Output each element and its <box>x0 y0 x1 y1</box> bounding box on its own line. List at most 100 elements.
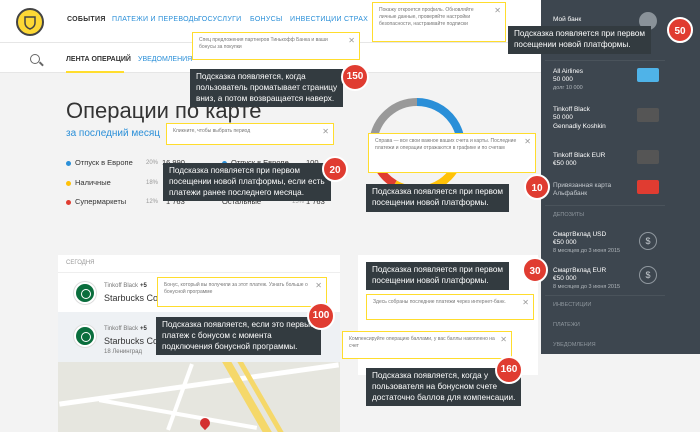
close-icon[interactable]: ✕ <box>500 335 507 346</box>
annotation-line: платежи ранее последнего месяца. <box>169 187 304 197</box>
annotation-callout: Подсказка появляется, если это первые пл… <box>156 317 321 356</box>
annotation-line: достаточно баллов для компенсации. <box>372 392 516 402</box>
annotation-line: посещении новой платформы. <box>514 39 631 49</box>
annotation-line: платеж с бонусом с момента <box>162 330 272 340</box>
divider <box>545 205 665 206</box>
nav-payments[interactable]: Платежи и переводы <box>112 16 200 23</box>
bank-logo[interactable] <box>16 8 44 36</box>
bonus-badge[interactable]: +5 <box>140 283 147 289</box>
annotation-line: посещении новой платформы, если есть <box>169 176 325 186</box>
feed-date-header: Сегодня <box>66 260 95 266</box>
legend-pct: 20% <box>146 160 159 166</box>
starbucks-logo-icon <box>74 282 96 304</box>
tab-notifications[interactable]: Уведомления <box>138 56 192 63</box>
annotation-line: Подсказка появляется при первом <box>169 166 301 175</box>
divider <box>545 295 665 296</box>
sidebar-deposit[interactable]: СмартВклад USD €50 000 8 месяцев до 3 ию… <box>553 231 620 255</box>
account-name: Tinkoff Black EUR <box>553 152 606 159</box>
annotation-badge: 100 <box>307 302 335 330</box>
feed-item-merchant[interactable]: Starbucks Co <box>104 336 158 346</box>
card-icon <box>637 68 659 82</box>
deposit-name: СмартВклад USD <box>553 231 607 238</box>
nav-bonuses[interactable]: Бонусы <box>250 16 283 23</box>
legend-label: Отпуск в Европе <box>75 158 133 167</box>
sidebar-deposit[interactable]: СмартВклад EUR €50 000 8 месяцев до 3 ию… <box>553 267 620 291</box>
legend-pct: 12% <box>146 199 159 205</box>
close-icon[interactable]: ✕ <box>494 6 501 17</box>
legend-item[interactable]: Наличные <box>66 178 111 187</box>
account-balance: 50 000 <box>553 76 573 84</box>
tooltip-bonus: Бонус, который вы получили за этот плате… <box>157 277 327 307</box>
annotation-line: пользователя на бонусном счете <box>372 381 498 391</box>
legend-dot <box>66 199 71 205</box>
tooltip-compensation: Компенсируйте операцию баллами, у вас ба… <box>342 331 512 359</box>
annotation-line: вниз, а потом возвращается наверх. <box>196 93 335 103</box>
annotation-callout: Подсказка появляется при первом посещени… <box>508 26 652 54</box>
legend-item[interactable]: Супермаркеты <box>66 197 126 206</box>
sidebar-account[interactable]: Tinkoff Black EUR €50 000 <box>553 152 605 169</box>
close-icon[interactable]: ✕ <box>348 36 355 47</box>
my-bank-link[interactable]: Мой банк <box>553 16 581 24</box>
tooltip-period: Кликните, чтобы выбрать период ✕ <box>166 123 334 145</box>
tooltip-text: Компенсируйте операцию баллами, у вас ба… <box>349 336 495 349</box>
sidebar-section-investments[interactable]: Инвестиции <box>553 302 591 308</box>
period-selector[interactable]: за последний месяц <box>66 128 160 139</box>
close-icon[interactable]: ✕ <box>524 137 531 148</box>
annotation-line: посещении новой платформы. <box>372 275 489 285</box>
deposit-term: 8 месяцев до 3 июня 2015 <box>553 283 621 290</box>
legend-label: Супермаркеты <box>75 197 127 206</box>
close-icon[interactable]: ✕ <box>522 298 529 309</box>
sidebar-section-notifications[interactable]: Уведомления <box>553 342 596 348</box>
sidebar-section-deposits[interactable]: Депозиты <box>553 212 584 218</box>
nav-events[interactable]: События <box>67 16 106 23</box>
account-holder: Gennadiy Koshkin <box>553 122 606 130</box>
close-icon[interactable]: ✕ <box>315 281 322 292</box>
annotation-badge: 30 <box>522 257 548 283</box>
annotation-line: Подсказка появляется при первом <box>514 29 646 38</box>
sidebar-section-payments[interactable]: Платежи <box>553 322 580 328</box>
annotation-badge: 160 <box>495 356 523 384</box>
deposit-term: 8 месяцев до 3 июня 2015 <box>553 247 621 254</box>
nav-investments[interactable]: Инвестиции <box>290 16 342 23</box>
sidebar-account[interactable]: Tinkoff Black 50 000 Gennadiy Koshkin <box>553 106 606 131</box>
annotation-line: Подсказка появляется при первом <box>372 187 504 196</box>
annotation-callout: Подсказка появляется, когда пользователь… <box>190 69 344 108</box>
sidebar-account[interactable]: All Airlines 50 000 долг 10 000 <box>553 68 583 92</box>
annotation-callout: Подсказка появляется при первом посещени… <box>366 262 510 290</box>
feed-item-address: 18 Ленинград <box>104 349 142 355</box>
sidebar-account[interactable]: Привязанная карта Альфабанк <box>553 182 611 199</box>
close-icon[interactable]: ✕ <box>322 127 329 138</box>
dollar-icon: $ <box>639 266 657 284</box>
shield-icon <box>24 16 36 30</box>
starbucks-logo-icon <box>74 325 96 347</box>
dollar-icon: $ <box>639 232 657 250</box>
account-balance: €50 000 <box>553 160 577 168</box>
tab-operations-feed[interactable]: Лента операций <box>66 56 131 63</box>
annotation-line: посещении новой платформы. <box>372 197 489 207</box>
card-icon <box>637 108 659 122</box>
deposit-balance: €50 000 <box>553 275 577 283</box>
search-icon[interactable] <box>30 54 40 64</box>
annotation-callout: Подсказка появляется при первом посещени… <box>163 163 331 202</box>
tooltip-text: Здесь собраны последние платежи через ин… <box>373 299 506 305</box>
annotation-line: Подсказка появляется при первом <box>372 265 504 274</box>
legend-label: Наличные <box>75 178 111 187</box>
annotation-badge: 10 <box>524 174 550 200</box>
annotation-line: Подсказка появляется, когда у <box>372 371 489 380</box>
card-icon <box>637 150 659 164</box>
feed-item-card: Tinkoff Black <box>104 326 139 332</box>
account-balance: 50 000 <box>553 114 573 122</box>
bonus-badge[interactable]: +5 <box>140 326 147 332</box>
deposit-balance: €50 000 <box>553 239 577 247</box>
tooltip-recent-payments: Здесь собраны последние платежи через ин… <box>366 294 534 320</box>
divider <box>545 60 665 61</box>
card-icon <box>637 180 659 194</box>
legend-pct: 18% <box>146 180 159 186</box>
nav-insurance[interactable]: Страх <box>344 16 368 23</box>
nav-gosuslugi[interactable]: Госуслуги <box>198 16 242 23</box>
legend-item[interactable]: Отпуск в Европе <box>66 158 133 167</box>
annotation-badge: 50 <box>667 17 693 43</box>
divider <box>58 272 340 273</box>
annotation-line: подключения бонусной программы. <box>162 341 298 351</box>
annotation-badge: 150 <box>341 63 369 91</box>
